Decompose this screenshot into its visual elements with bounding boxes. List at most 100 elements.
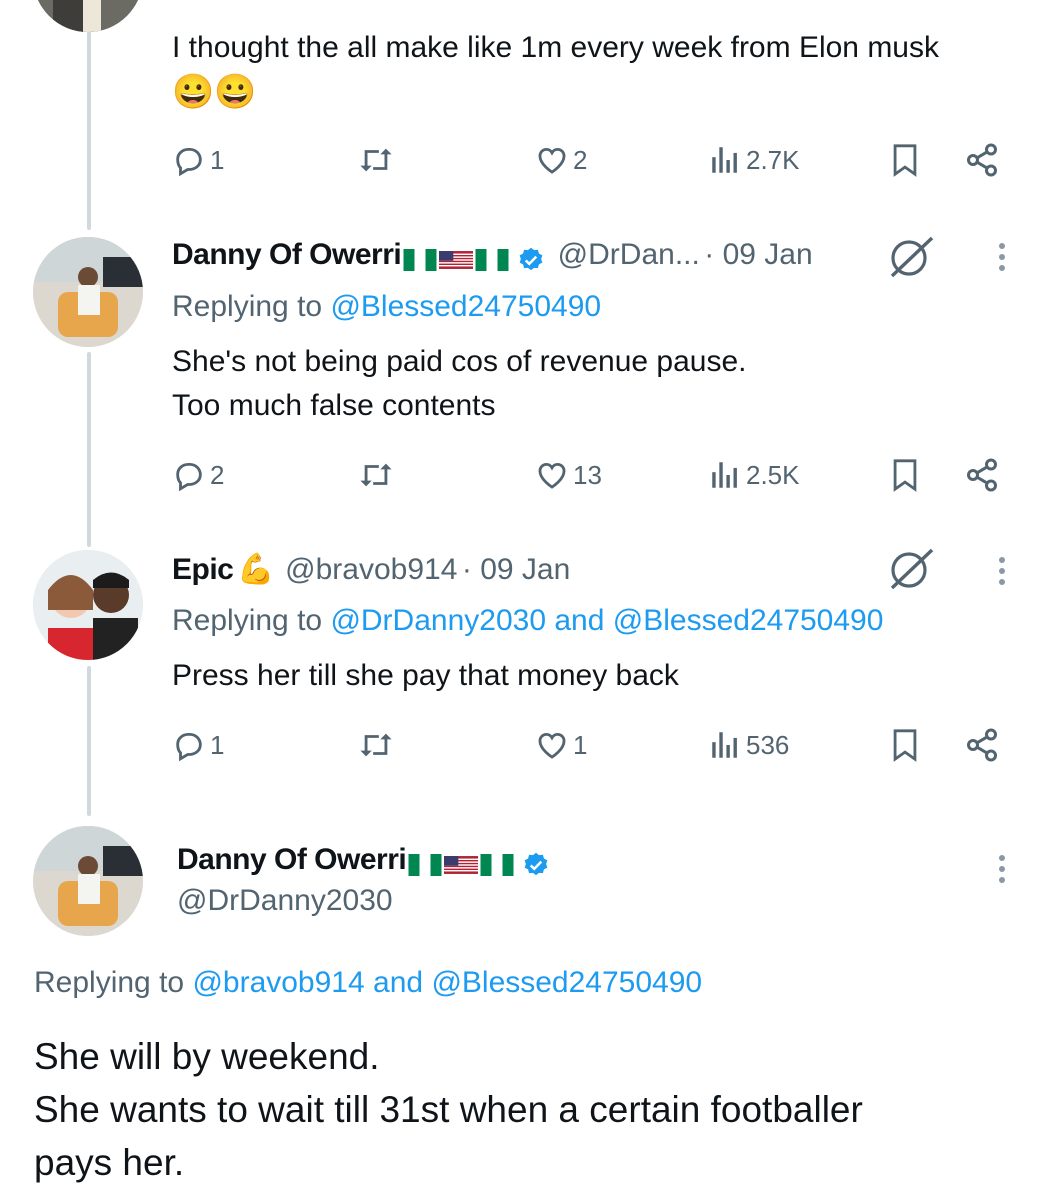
more-options-icon[interactable] xyxy=(992,238,1012,278)
reply-icon xyxy=(176,462,202,492)
views-icon xyxy=(712,462,737,488)
flag-usa-icon xyxy=(439,249,474,271)
author-name[interactable]: Danny Of Owerri xyxy=(177,843,407,876)
avatar[interactable] xyxy=(33,826,143,936)
flag-usa-icon xyxy=(444,854,479,876)
thread-line xyxy=(87,666,91,816)
mention-link[interactable]: @bravob914 xyxy=(192,966,364,999)
views-button[interactable]: 2.5K xyxy=(708,455,800,495)
reply-count: 1 xyxy=(210,729,225,760)
replying-to: Replying to @bravob914 and @Blessed24750… xyxy=(34,966,702,1000)
reply-count: 1 xyxy=(210,144,225,175)
tweet-text-line: She's not being paid cos of revenue paus… xyxy=(172,345,747,378)
retweet-button[interactable] xyxy=(357,455,395,495)
bookmark-button[interactable] xyxy=(888,725,922,765)
replying-to: Replying to @DrDanny2030 and @Blessed247… xyxy=(172,604,883,638)
thread-line xyxy=(87,30,91,230)
flag-nigeria-icon xyxy=(475,248,509,271)
tweet-actions: 1 2 2.7K xyxy=(172,140,1012,180)
replying-label: Replying to xyxy=(172,604,323,637)
flag-nigeria-icon xyxy=(480,853,514,876)
flag-nigeria-icon xyxy=(408,853,442,876)
author-handle[interactable]: @DrDan... xyxy=(558,238,700,271)
tweet-text: Press her till she pay that money back xyxy=(172,659,679,692)
more-options-icon[interactable] xyxy=(992,850,1012,890)
heart-icon xyxy=(538,147,566,174)
grok-icon[interactable] xyxy=(886,546,936,597)
retweet-button[interactable] xyxy=(357,725,395,765)
bookmark-button[interactable] xyxy=(888,140,922,180)
retweet-button[interactable] xyxy=(357,140,395,180)
like-count: 2 xyxy=(573,144,588,175)
views-button[interactable]: 536 xyxy=(708,725,789,765)
thread-line xyxy=(87,352,91,547)
like-count: 13 xyxy=(573,459,602,490)
tweet-actions: 1 1 536 xyxy=(172,725,1012,765)
verified-icon xyxy=(517,246,545,274)
reply-icon xyxy=(176,732,202,762)
heart-icon xyxy=(538,462,566,489)
heart-icon xyxy=(538,732,566,759)
view-count: 536 xyxy=(746,729,790,760)
reply-icon xyxy=(176,147,202,177)
share-icon xyxy=(967,143,997,177)
tweet-date[interactable]: · 09 Jan xyxy=(704,238,812,271)
share-button[interactable] xyxy=(964,725,1000,765)
bookmark-button[interactable] xyxy=(888,455,922,495)
bookmark-icon xyxy=(893,729,917,762)
emoji: 😀😀 xyxy=(172,73,257,111)
view-count: 2.5K xyxy=(746,459,800,490)
share-icon xyxy=(967,728,997,762)
reply-count: 2 xyxy=(210,459,225,490)
bookmark-icon xyxy=(893,459,917,492)
tweet-date[interactable]: · 09 Jan xyxy=(462,553,570,586)
replying-label: Replying to xyxy=(34,966,185,999)
view-count: 2.7K xyxy=(746,144,800,175)
mention-link[interactable]: @Blessed24750490 xyxy=(613,604,884,637)
flag-nigeria-icon xyxy=(403,248,437,271)
mention-link[interactable]: @DrDanny2030 xyxy=(330,604,546,637)
author-name[interactable]: Danny Of Owerri xyxy=(172,238,402,271)
tweet-text: I thought the all make like 1m every wee… xyxy=(172,31,939,64)
retweet-icon xyxy=(360,733,392,757)
reply-button[interactable]: 1 xyxy=(172,725,224,765)
more-options-icon[interactable] xyxy=(992,552,1012,592)
mention-and[interactable]: and xyxy=(373,966,423,999)
flexed-biceps-emoji: 💪 xyxy=(237,553,275,586)
grok-icon[interactable] xyxy=(886,234,936,285)
tweet-header: Danny Of Owerri @DrDan... · 09 Jan xyxy=(172,238,813,274)
share-icon xyxy=(967,458,997,492)
mention-link[interactable]: @Blessed24750490 xyxy=(431,966,702,999)
tweet-actions: 2 13 2.5K xyxy=(172,455,1012,495)
reply-button[interactable]: 1 xyxy=(172,140,224,180)
views-button[interactable]: 2.7K xyxy=(708,140,800,180)
like-button[interactable]: 1 xyxy=(535,725,587,765)
like-count: 1 xyxy=(573,729,588,760)
share-button[interactable] xyxy=(964,140,1000,180)
author-handle[interactable]: @DrDanny2030 xyxy=(177,884,393,918)
tweet-text-line: Too much false contents xyxy=(172,389,496,422)
main-tweet-text: She will by weekend. She wants to wait t… xyxy=(34,1030,863,1189)
mention-and[interactable]: and xyxy=(554,604,604,637)
mention-link[interactable]: @Blessed24750490 xyxy=(330,290,601,323)
tweet-text-line: pays her. xyxy=(34,1142,185,1183)
tweet-text-line: She will by weekend. xyxy=(34,1036,380,1077)
avatar[interactable] xyxy=(33,550,143,660)
replying-label: Replying to xyxy=(172,290,323,323)
author-handle[interactable]: @bravob914 xyxy=(285,553,457,586)
views-icon xyxy=(712,732,737,758)
avatar[interactable] xyxy=(33,237,143,347)
avatar[interactable] xyxy=(33,0,143,32)
author-name[interactable]: Epic xyxy=(172,553,234,586)
retweet-icon xyxy=(360,463,392,487)
share-button[interactable] xyxy=(964,455,1000,495)
views-icon xyxy=(712,147,737,173)
reply-button[interactable]: 2 xyxy=(172,455,224,495)
tweet-text-line: She wants to wait till 31st when a certa… xyxy=(34,1089,863,1130)
retweet-icon xyxy=(360,148,392,172)
like-button[interactable]: 2 xyxy=(535,140,587,180)
bookmark-icon xyxy=(893,144,917,177)
like-button[interactable]: 13 xyxy=(535,455,602,495)
verified-icon xyxy=(522,851,550,879)
main-tweet-header: Danny Of Owerri xyxy=(177,843,550,879)
